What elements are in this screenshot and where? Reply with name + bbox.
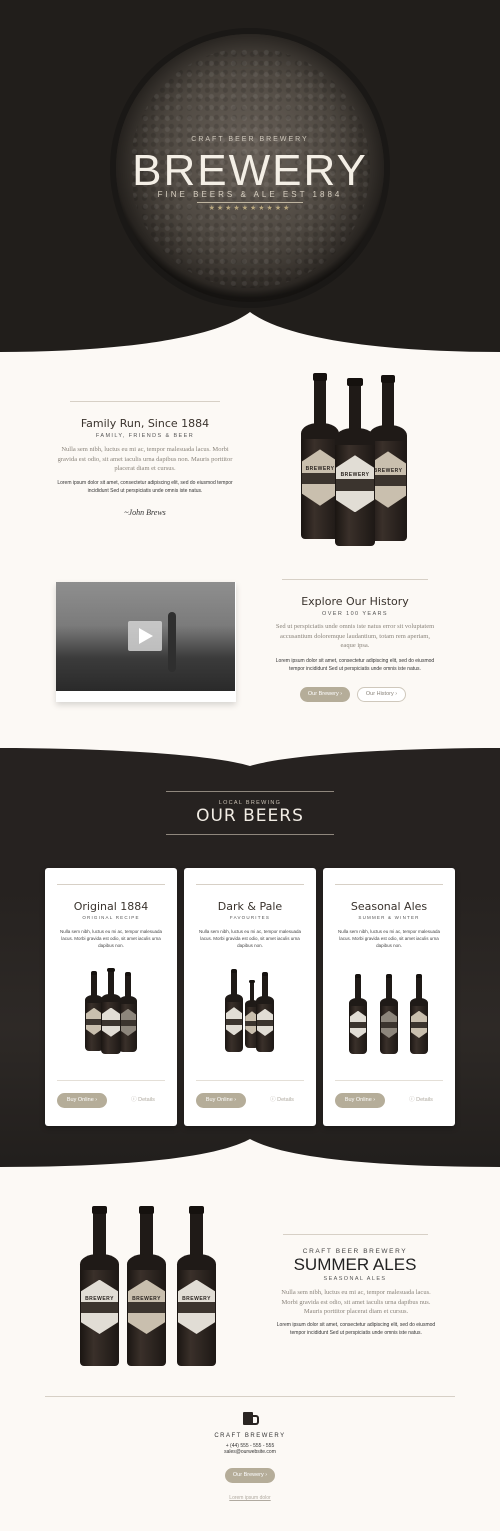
- bottle-image: [100, 968, 122, 1054]
- bottle-image: [224, 969, 244, 1052]
- summer-sub: SEASONAL ALES: [323, 1276, 387, 1282]
- our-brewery-button[interactable]: Our Brewery ›: [300, 687, 350, 702]
- beers-top-curve: [0, 747, 500, 766]
- summer-eyebrow: CRAFT BEER BREWERY: [302, 1248, 408, 1255]
- details-link[interactable]: ⓘ Details: [259, 1093, 305, 1108]
- hero-eyebrow: CRAFT BEER BREWERY: [191, 136, 309, 143]
- summer-body-serif: Nulla sem nibh, luctus eu mi ac, tempor …: [281, 1289, 431, 1315]
- beers-rule-bottom: [166, 834, 334, 835]
- buy-online-button[interactable]: Buy Online ›: [196, 1093, 246, 1108]
- person-silhouette: [168, 612, 176, 672]
- video-card: [56, 582, 236, 702]
- history-body-sans: Lorem ipsum dolor sit amet, consectetur …: [275, 658, 435, 672]
- info-icon: ⓘ: [131, 1097, 137, 1103]
- hero-stars: ★★★★★★★★★★: [208, 205, 292, 212]
- card-body: Nulla sem nibh, luctus eu mi ac, tempor …: [337, 929, 441, 948]
- bottle-image: [379, 974, 399, 1054]
- bottle-image: BREWERY: [124, 1206, 169, 1366]
- beers-title: OUR BEERS: [196, 806, 304, 826]
- card-body: Nulla sem nibh, luctus eu mi ac, tempor …: [198, 929, 302, 948]
- hero-subtitle: FINE BEERS & ALE EST 1884: [157, 190, 343, 199]
- bottle-image: [409, 974, 429, 1054]
- card-subtitle: ORIGINAL RECIPE: [82, 915, 140, 920]
- details-link[interactable]: ⓘ Details: [120, 1093, 166, 1108]
- beer-card: Dark & Pale FAVOURITES Nulla sem nibh, l…: [184, 868, 316, 1126]
- buy-online-button[interactable]: Buy Online ›: [57, 1093, 107, 1108]
- chevron-right-icon: ›: [340, 691, 343, 697]
- family-title: Family Run, Since 1884: [80, 417, 210, 430]
- beers-bottom-curve: [0, 1139, 500, 1169]
- play-button[interactable]: [128, 621, 162, 651]
- footer-link[interactable]: Lorem ipsum dolor: [210, 1495, 290, 1501]
- footer-brand: CRAFT BREWERY: [214, 1433, 286, 1439]
- bottle-image: BREWERY: [174, 1206, 219, 1366]
- chevron-right-icon: ›: [395, 691, 398, 697]
- hero-bottom-curve: [0, 312, 500, 352]
- bottle-image: [348, 974, 368, 1054]
- history-title: Explore Our History: [301, 595, 409, 608]
- history-body-serif: Sed ut perspiciatis unde omnis iste natu…: [275, 623, 435, 649]
- summer-rule: [283, 1234, 428, 1235]
- card-subtitle: FAVOURITES: [229, 915, 271, 920]
- card-title: Seasonal Ales: [350, 900, 428, 913]
- family-body-serif: Nulla sem nibh, luctus eu mi ac, tempor …: [57, 446, 233, 472]
- info-icon: ⓘ: [270, 1097, 276, 1103]
- family-body-sans: Lorem ipsum dolor sit amet, consectetur …: [57, 480, 233, 494]
- summer-body-sans: Lorem ipsum dolor sit amet, consectetur …: [276, 1322, 436, 1336]
- bottle-image: BREWERY: [77, 1206, 122, 1366]
- family-eyebrow: FAMILY, FRIENDS & BEER: [95, 433, 195, 439]
- card-title: Dark & Pale: [217, 900, 283, 913]
- our-history-button[interactable]: Our History ›: [357, 687, 406, 702]
- footer-email[interactable]: sales@ourwebsite.com: [200, 1449, 300, 1455]
- family-rule: [70, 401, 220, 402]
- card-subtitle: SUMMER & WINTER: [358, 915, 420, 920]
- beer-card: Original 1884 ORIGINAL RECIPE Nulla sem …: [45, 868, 177, 1126]
- history-rule: [282, 579, 428, 580]
- signature: ~John Brews: [124, 508, 166, 517]
- card-title: Original 1884: [73, 900, 149, 913]
- beer-mug-icon: [243, 1412, 259, 1425]
- details-link[interactable]: ⓘ Details: [398, 1093, 444, 1108]
- bottle-image: [255, 972, 275, 1052]
- card-body: Nulla sem nibh, luctus eu mi ac, tempor …: [59, 929, 163, 948]
- beers-rule-top: [166, 791, 334, 792]
- play-icon: [139, 628, 153, 644]
- buy-online-button[interactable]: Buy Online ›: [335, 1093, 385, 1108]
- bottle-image: BREWERY: [332, 378, 378, 546]
- footer-our-brewery-button[interactable]: Our Brewery ›: [225, 1468, 275, 1483]
- info-icon: ⓘ: [409, 1097, 415, 1103]
- hero-title: BREWERY: [132, 146, 368, 195]
- summer-title: SUMMER ALES: [293, 1255, 417, 1274]
- hero-divider: [197, 202, 303, 203]
- beer-card: Seasonal Ales SUMMER & WINTER Nulla sem …: [323, 868, 455, 1126]
- history-eyebrow: OVER 100 YEARS: [322, 611, 388, 617]
- footer-divider: [45, 1396, 455, 1397]
